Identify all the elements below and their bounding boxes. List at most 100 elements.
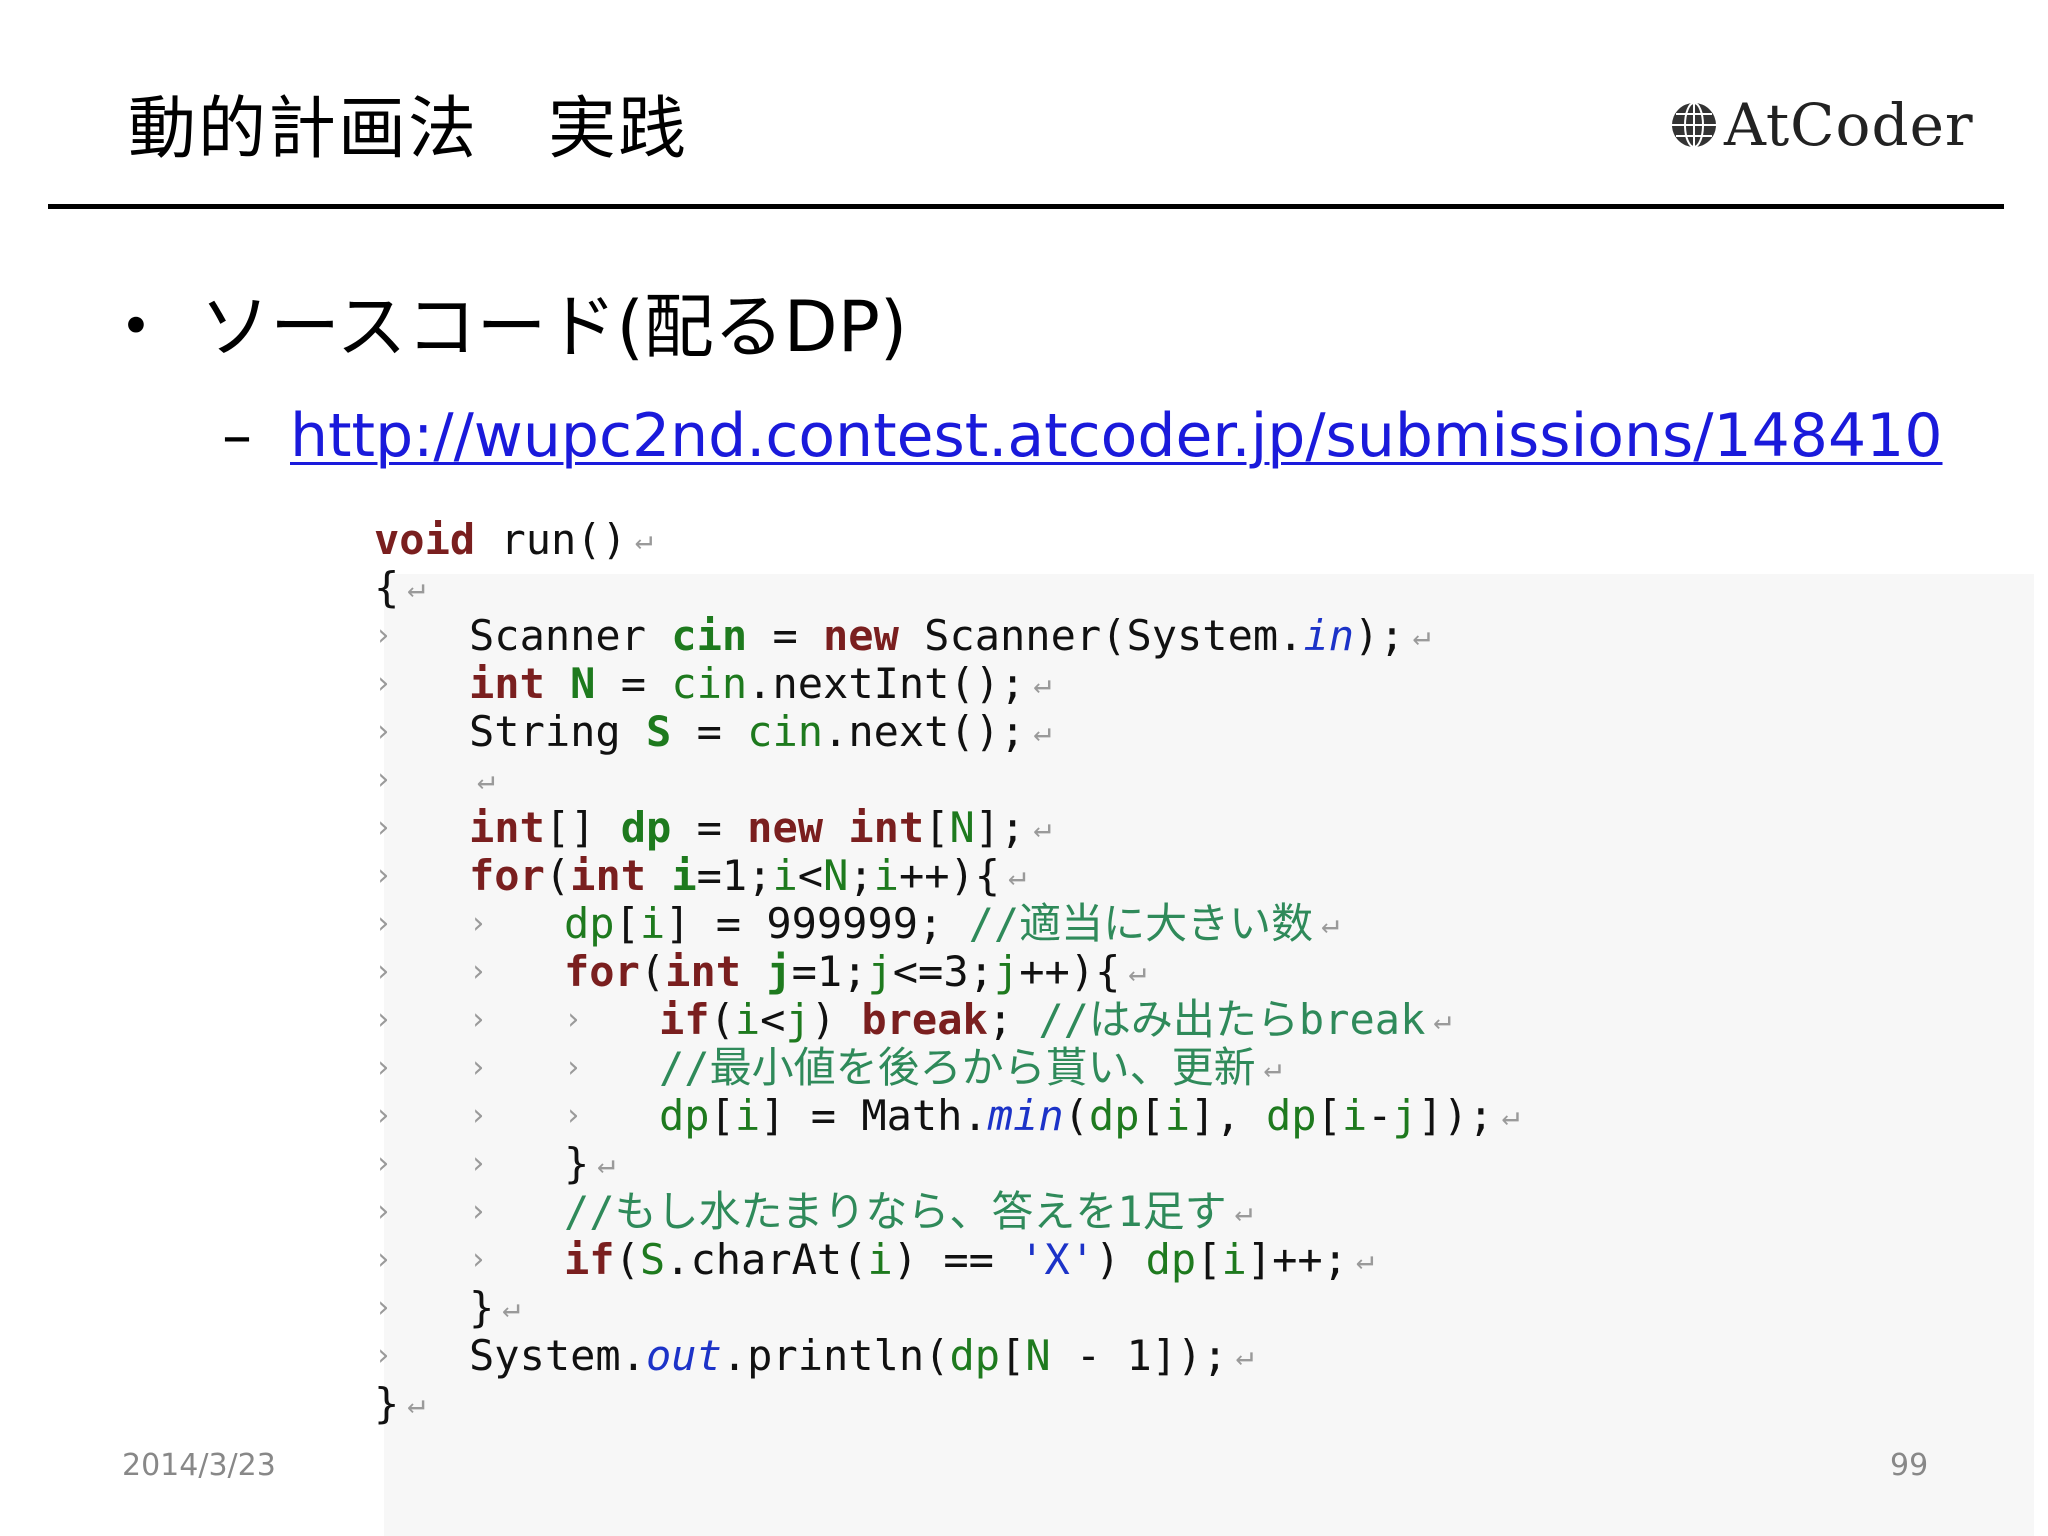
- code-token: {: [374, 563, 400, 612]
- tab-marker-icon: ›: [374, 762, 393, 797]
- line-return-icon: ↵: [634, 522, 653, 557]
- code-token: int: [570, 851, 647, 900]
- code-token: <: [797, 851, 824, 900]
- code-token: i: [873, 851, 899, 900]
- page-number: 99: [1890, 1448, 1929, 1483]
- bullet-dot: •: [120, 295, 152, 358]
- tab-marker-icon: ›: [374, 810, 393, 845]
- code-token: j: [766, 947, 792, 996]
- code-token: void: [374, 515, 476, 564]
- code-token: ];: [974, 803, 1026, 852]
- code-line: › int N = cin .nextInt(); ↵: [374, 660, 1520, 708]
- slide-date: 2014/3/23: [122, 1448, 276, 1483]
- code-token: =: [747, 611, 824, 660]
- line-return-icon: ↵: [1128, 954, 1147, 989]
- submission-link[interactable]: http://wupc2nd.contest.atcoder.jp/submis…: [290, 400, 1943, 472]
- code-token: if: [564, 1235, 615, 1284]
- code-token: ] = Math.: [760, 1091, 988, 1140]
- code-token: N: [823, 851, 849, 900]
- code-token: dp: [564, 899, 615, 948]
- line-return-icon: ↵: [597, 1146, 616, 1181]
- code-token: ]++;: [1246, 1235, 1348, 1284]
- line-return-icon: ↵: [1501, 1098, 1520, 1133]
- code-token: <: [760, 995, 786, 1044]
- sub-bullet-item: – http://wupc2nd.contest.atcoder.jp/subm…: [222, 400, 1943, 472]
- code-token: int: [469, 659, 545, 708]
- code-token: ++){: [898, 851, 1001, 900]
- code-token: int: [665, 947, 742, 996]
- code-token: [: [1000, 1331, 1026, 1380]
- code-line: › › for(int j =1; j <=3; j ++){↵: [374, 948, 1520, 996]
- line-return-icon: ↵: [407, 570, 426, 605]
- code-token: i: [1164, 1091, 1191, 1140]
- code-token: ]);: [1417, 1091, 1494, 1140]
- code-token: (: [544, 851, 571, 900]
- code-token: }: [564, 1139, 590, 1188]
- code-token: run(): [475, 515, 627, 564]
- code-line: › › › dp[i] = Math. min(dp[i], dp[i - j]); ↵: [374, 1092, 1520, 1140]
- code-line: › › if(S .charAt(i) == 'X') dp[i]++; ↵: [374, 1236, 1520, 1284]
- tab-marker-icon: ›: [374, 1242, 393, 1277]
- code-token: N: [949, 803, 975, 852]
- code-token: i: [867, 1235, 893, 1284]
- code-token: [: [924, 803, 950, 852]
- code-line: › int[] dp = new int[N]; ↵: [374, 804, 1520, 852]
- code-token: =: [595, 659, 672, 708]
- code-line: ›} ↵: [374, 1284, 1520, 1332]
- code-token: i: [734, 995, 761, 1044]
- code-token: (: [614, 1235, 640, 1284]
- code-token: 'X': [1019, 1235, 1096, 1284]
- code-token: int: [469, 803, 545, 852]
- code-token: new: [747, 803, 824, 852]
- code-token: dp: [620, 803, 672, 852]
- code-token: min: [987, 1091, 1064, 1140]
- code-token: dp: [1088, 1091, 1140, 1140]
- line-return-icon: ↵: [502, 1290, 521, 1325]
- code-token: cin: [671, 611, 748, 660]
- line-return-icon: ↵: [1433, 1002, 1452, 1037]
- code-token: (: [709, 995, 735, 1044]
- code-token: ;: [987, 995, 1039, 1044]
- tab-marker-icon: ›: [374, 1146, 393, 1181]
- tab-marker-icon: ›: [469, 1146, 488, 1181]
- code-token: [: [1139, 1091, 1165, 1140]
- code-token: j: [993, 947, 1020, 996]
- line-return-icon: ↵: [1008, 858, 1027, 893]
- code-token: =1;: [791, 947, 868, 996]
- tab-marker-icon: ›: [374, 906, 393, 941]
- code-token: N: [1025, 1331, 1051, 1380]
- line-return-icon: ↵: [1033, 810, 1052, 845]
- code-token: j: [785, 995, 811, 1044]
- code-token: //適当に大きい数: [968, 899, 1314, 948]
- code-token: for: [564, 947, 640, 996]
- line-return-icon: ↵: [1033, 714, 1052, 749]
- code-token: break: [861, 995, 988, 1044]
- tab-marker-icon: ›: [374, 954, 393, 989]
- code-token: N: [570, 659, 596, 708]
- code-token: .next();: [823, 707, 1026, 756]
- tab-marker-icon: ›: [469, 1050, 488, 1085]
- code-line: › › › //最小値を後ろから貰い、更新 ↵: [374, 1044, 1520, 1092]
- sub-bullet-dash: –: [222, 401, 252, 471]
- tab-marker-icon: ›: [469, 906, 488, 941]
- code-token: String: [469, 707, 647, 756]
- code-token: j: [1392, 1091, 1418, 1140]
- code-line: › String S = cin .next(); ↵: [374, 708, 1520, 756]
- line-return-icon: ↵: [1412, 618, 1431, 653]
- tab-marker-icon: ›: [469, 1242, 488, 1277]
- code-token: (: [639, 947, 666, 996]
- tab-marker-icon: ›: [374, 858, 393, 893]
- code-token: [: [1196, 1235, 1222, 1284]
- code-token: Scanner: [469, 611, 672, 660]
- line-return-icon: ↵: [1033, 666, 1052, 701]
- code-token: S: [639, 1235, 666, 1284]
- slide-title: 動的計画法 実践: [128, 90, 689, 169]
- code-line: › for(int i =1; i < N; i ++){↵: [374, 852, 1520, 900]
- tab-marker-icon: ›: [374, 714, 393, 749]
- code-token: <=3;: [892, 947, 994, 996]
- code-token: .nextInt();: [747, 659, 1026, 708]
- code-token: ;: [848, 851, 874, 900]
